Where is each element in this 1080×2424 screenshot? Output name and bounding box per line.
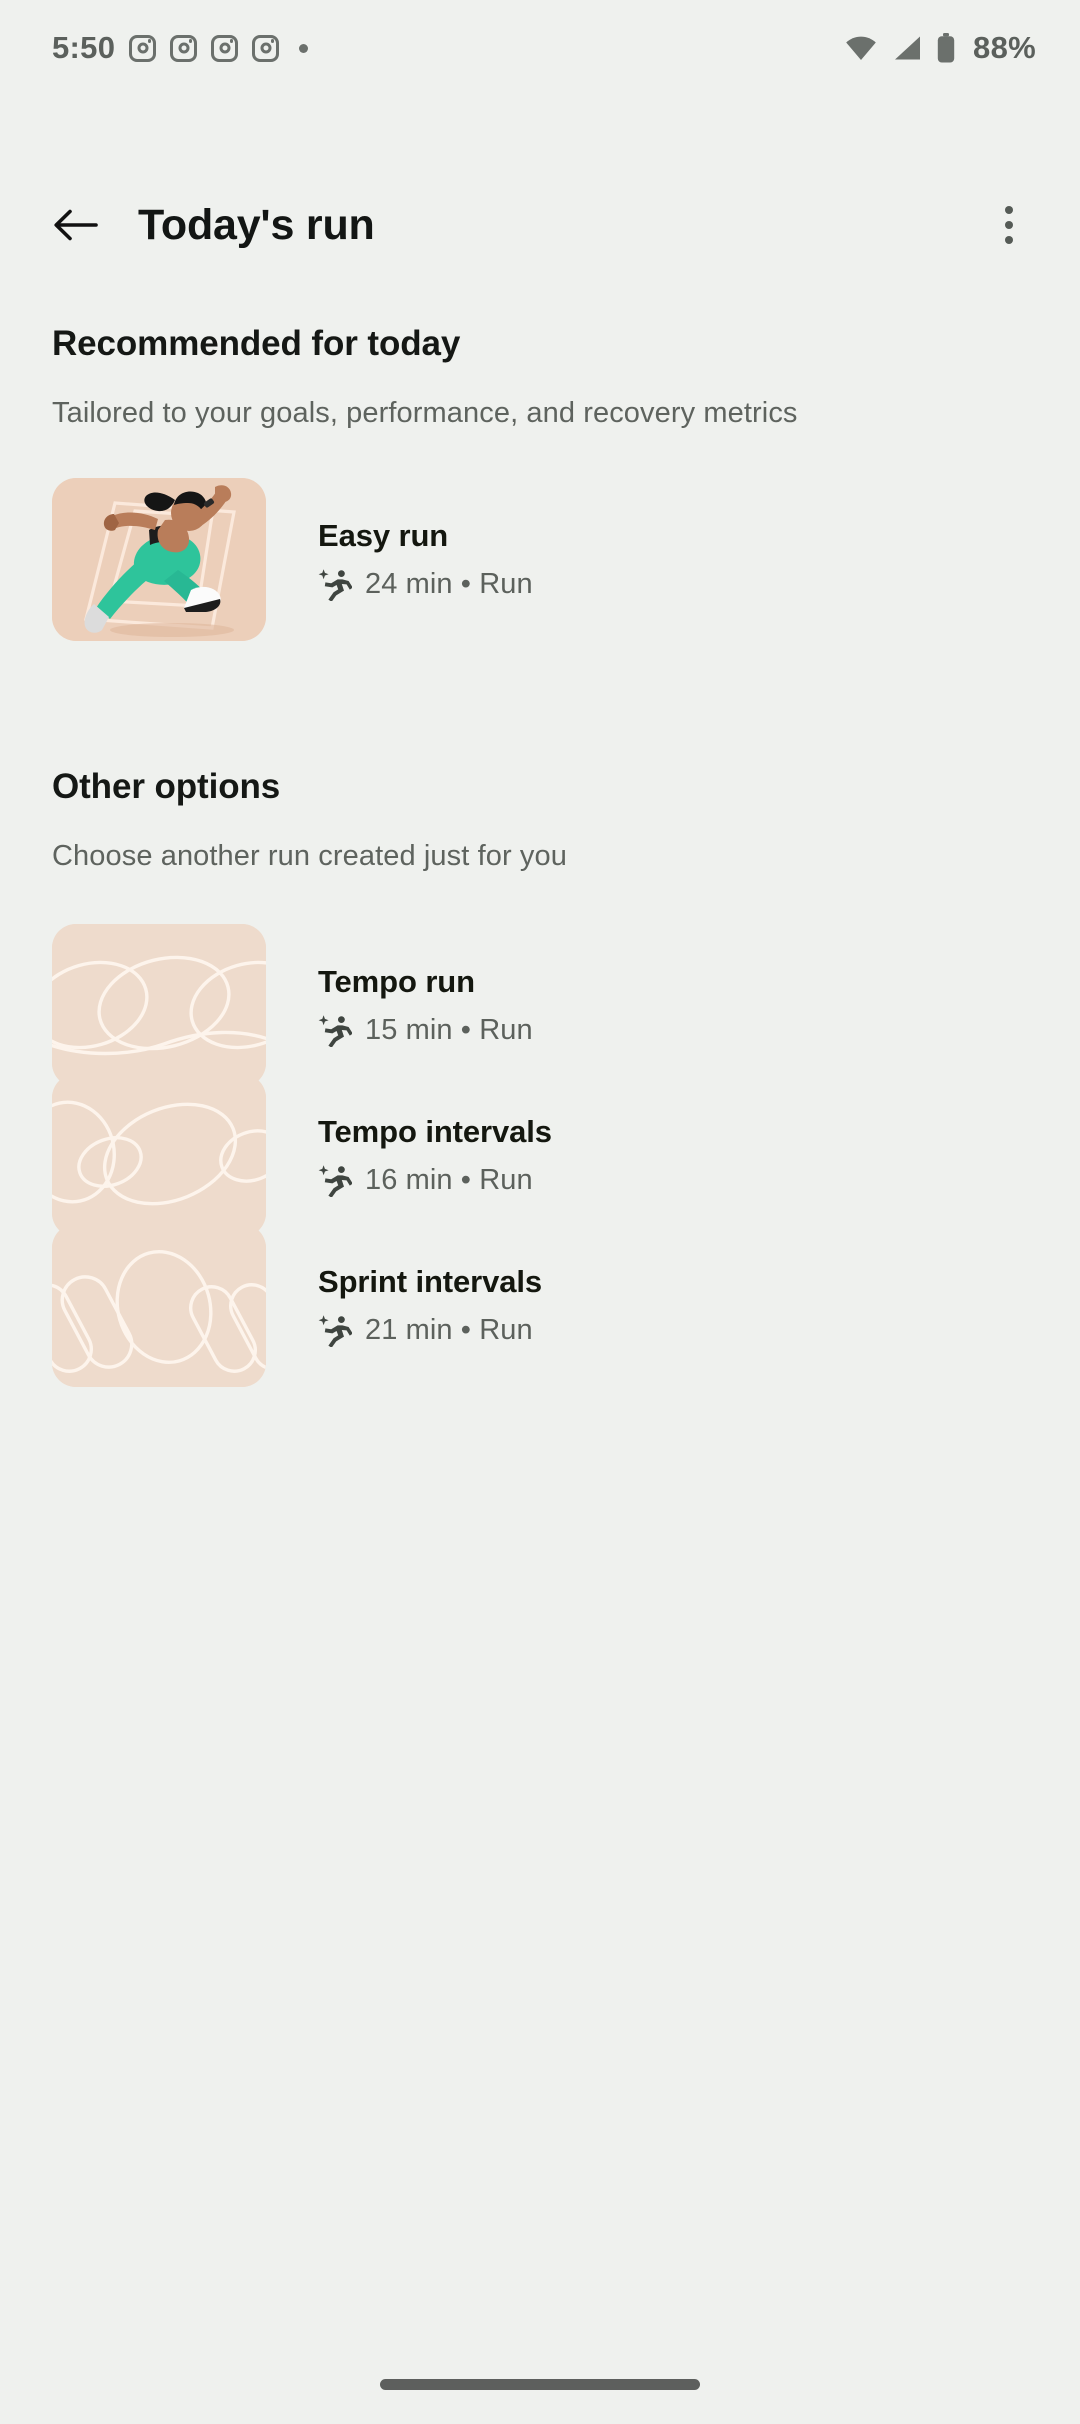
option-card-title: Tempo run [318, 964, 475, 999]
recommended-subheading: Tailored to your goals, performance, and… [52, 397, 798, 429]
option-card-title: Tempo intervals [318, 1114, 552, 1149]
instagram-icon [252, 34, 280, 62]
recommended-heading: Recommended for today [52, 324, 461, 363]
runner-illustration-thumbnail [52, 478, 266, 641]
option-card-texts: Tempo run 15 min • Run [318, 964, 533, 1047]
runner-illustration [52, 478, 266, 641]
more-vert-icon [1005, 206, 1013, 214]
battery-icon [937, 33, 955, 63]
instagram-icon [129, 34, 157, 62]
loop-pattern-thumbnail [52, 924, 266, 1087]
status-bar-clock: 5:50 [52, 30, 116, 65]
option-card-meta: 21 min • Run [318, 1313, 542, 1347]
loop-pattern-thumbnail [52, 1224, 266, 1387]
loop-pattern-mixed-ellipses [52, 1074, 266, 1237]
instagram-icon [211, 34, 239, 62]
recommended-card-texts: Easy run 24 min • Run [318, 518, 533, 601]
recommended-card-meta-text: 24 min • Run [365, 567, 533, 600]
wifi-icon [846, 36, 876, 60]
option-card-texts: Tempo intervals 16 min • Run [318, 1114, 552, 1197]
status-bar-right: 88% [845, 30, 1036, 66]
option-card-meta-text: 21 min • Run [365, 1313, 533, 1346]
page-title: Today's run [138, 200, 375, 249]
option-card-texts: Sprint intervals 21 min • Run [318, 1264, 542, 1347]
main-content: Recommended for today Tailored to your g… [0, 280, 1080, 2424]
ai-run-sparkle-icon [318, 1015, 352, 1047]
battery-percent-label: 88% [973, 30, 1036, 65]
phone-screen: 5:50 88% Today's run Recommended for tod… [0, 0, 1080, 2424]
other-options-subheading: Choose another run created just for you [52, 840, 567, 872]
ai-run-sparkle-icon [318, 1315, 352, 1347]
recommended-run-card[interactable]: Easy run 24 min • Run [0, 478, 1080, 641]
option-run-card[interactable]: Tempo run 15 min • Run [0, 924, 1080, 1087]
back-arrow-icon [54, 209, 98, 241]
more-vert-icon [1005, 236, 1013, 244]
instagram-icon [170, 34, 198, 62]
back-button[interactable] [40, 190, 110, 260]
overflow-menu-button[interactable] [974, 190, 1044, 260]
option-card-meta-text: 16 min • Run [365, 1163, 533, 1196]
loop-pattern-thumbnail [52, 1074, 266, 1237]
status-bar-left: 5:50 [52, 30, 309, 66]
option-card-meta: 15 min • Run [318, 1013, 533, 1047]
ai-run-sparkle-icon [318, 569, 352, 601]
gesture-nav-handle[interactable] [380, 2379, 700, 2390]
option-card-meta: 16 min • Run [318, 1163, 552, 1197]
loop-pattern-wide-ellipses [52, 924, 266, 1087]
recommended-card-title: Easy run [318, 518, 449, 553]
option-run-card[interactable]: Sprint intervals 21 min • Run [0, 1224, 1080, 1387]
ai-run-sparkle-icon [318, 1165, 352, 1197]
other-options-heading: Other options [52, 767, 281, 806]
app-bar: Today's run [0, 170, 1080, 280]
recommended-card-meta: 24 min • Run [318, 567, 533, 601]
loop-pattern-tilted-capsules [52, 1224, 266, 1387]
option-run-card[interactable]: Tempo intervals 16 min • Run [0, 1074, 1080, 1237]
option-card-title: Sprint intervals [318, 1264, 543, 1299]
more-vert-icon [1005, 221, 1013, 229]
overflow-dot-icon [299, 43, 309, 53]
status-bar: 5:50 88% [0, 0, 1080, 96]
option-card-meta-text: 15 min • Run [365, 1013, 533, 1046]
cellular-signal-icon [895, 36, 921, 60]
